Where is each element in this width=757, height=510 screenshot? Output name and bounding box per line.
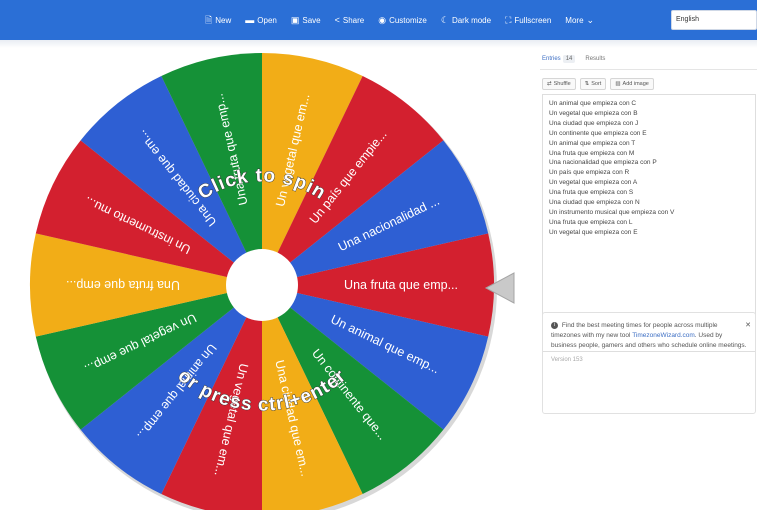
image-icon: ▨ xyxy=(615,81,621,87)
entries-toolbar: ⇄ Shuffle ⇅ Sort ▨ Add image xyxy=(542,78,654,90)
info-icon: i xyxy=(551,321,558,329)
entry-line: Un país que empieza con R xyxy=(549,169,630,177)
entry-line: Un vegetal que empieza con E xyxy=(549,228,638,236)
sort-icon: ⇅ xyxy=(584,81,590,87)
language-select[interactable]: English xyxy=(671,10,757,30)
shuffle-button[interactable]: ⇄ Shuffle xyxy=(542,78,576,90)
tab-results[interactable]: Results xyxy=(585,56,605,62)
entry-line: Una fruta que empieza con L xyxy=(549,218,633,226)
entry-line: Una ciudad que empieza con N xyxy=(549,199,640,207)
chevron-down-icon: ⌄ xyxy=(586,14,595,25)
timezone-wizard-link[interactable]: TimezoneWizard.com xyxy=(632,332,695,339)
entries-count-badge: 14 xyxy=(562,54,576,63)
entry-line: Un instrumento musical que empieza con V xyxy=(549,208,675,216)
nav-label: More xyxy=(565,15,584,25)
sidebar-tabs: Entries 14 Results xyxy=(540,48,757,70)
entry-line: Un animal que empieza con T xyxy=(549,139,636,147)
toolbar-label: Sort xyxy=(591,81,602,87)
info-note: i Find the best meeting times for people… xyxy=(542,312,756,414)
version-text: Version 153 xyxy=(551,357,583,363)
spin-wheel[interactable]: Una fruta que emp...Un animal que emp...… xyxy=(0,0,540,510)
entry-line: Un vegetal que empieza con A xyxy=(549,179,638,187)
sort-button[interactable]: ⇅ Sort xyxy=(579,78,607,90)
entry-line: Un animal que empieza con C xyxy=(549,100,637,107)
shuffle-icon: ⇄ xyxy=(547,81,552,87)
toolbar-label: Add image xyxy=(622,81,649,87)
close-icon[interactable]: ✕ xyxy=(745,321,751,331)
wheel-center-hub[interactable] xyxy=(226,249,298,321)
entry-line: Una fruta que empieza con S xyxy=(549,189,634,197)
entry-line: Una nacionalidad que empieza con P xyxy=(549,159,657,167)
tab-entries[interactable]: Entries 14 xyxy=(542,54,576,63)
entry-line: Un continente que empieza con E xyxy=(549,129,647,137)
entry-line: Una ciudad que empieza con J xyxy=(549,119,639,127)
add-image-button[interactable]: ▨ Add image xyxy=(610,78,654,90)
entry-line: Un vegetal que empieza con B xyxy=(549,109,638,117)
nav-item-more[interactable]: More ⌄ xyxy=(565,14,595,25)
entry-line: Una fruta que empieza con M xyxy=(549,149,635,157)
wheel-segment-label: Una fruta que emp... xyxy=(66,278,180,292)
wheel-segment-label: Una fruta que emp... xyxy=(344,278,458,292)
tab-entries-label: Entries xyxy=(542,55,561,62)
tab-results-label: Results xyxy=(585,55,606,62)
toolbar-label: Shuffle xyxy=(553,81,571,87)
